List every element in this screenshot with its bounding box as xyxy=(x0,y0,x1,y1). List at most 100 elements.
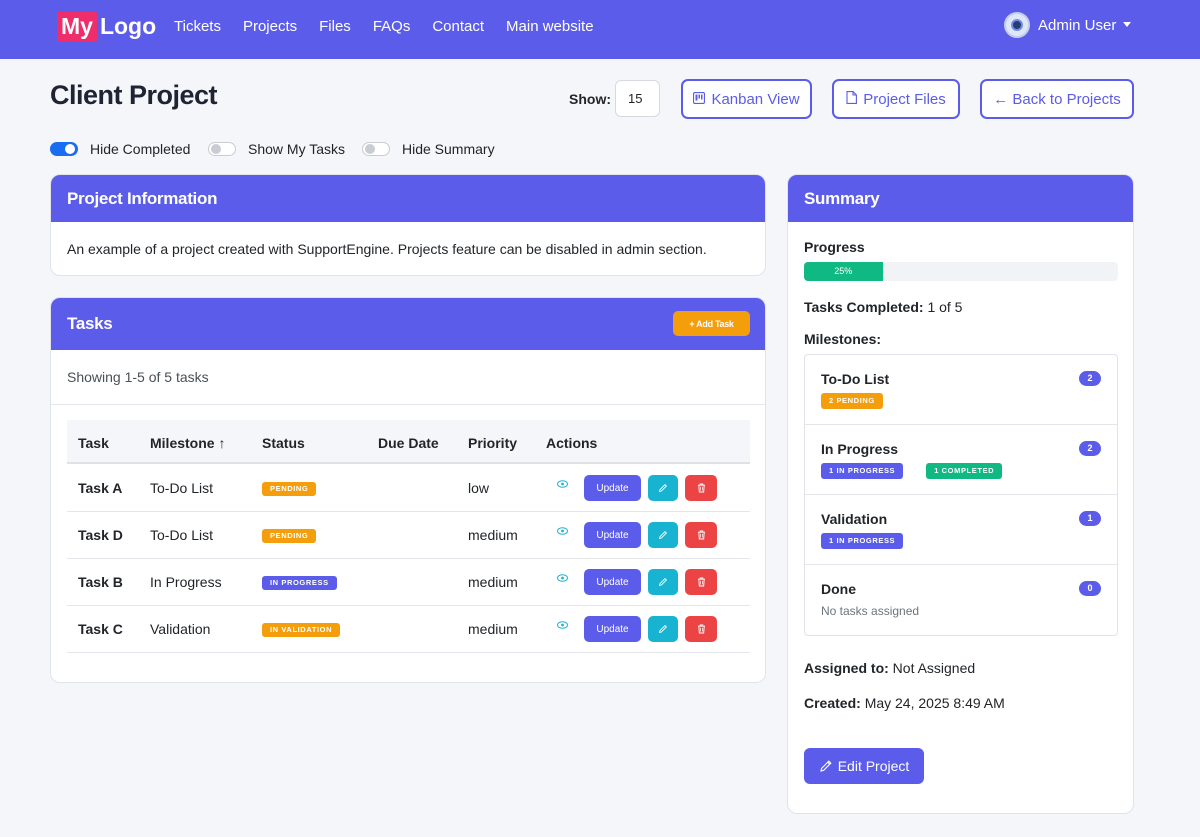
eye-icon[interactable] xyxy=(557,620,568,632)
user-menu[interactable]: Admin User xyxy=(1004,12,1132,38)
column-status[interactable]: Status xyxy=(262,435,305,451)
milestone-note: No tasks assigned xyxy=(821,604,920,618)
project-description: An example of a project created with Sup… xyxy=(67,241,707,257)
trash-icon xyxy=(697,530,705,540)
summary-title: Summary xyxy=(788,175,1133,222)
update-button[interactable]: Update xyxy=(584,616,641,642)
show-my-tasks-toggle[interactable] xyxy=(208,142,236,156)
trash-icon xyxy=(697,624,705,634)
nav-link-contact[interactable]: Contact xyxy=(432,18,484,36)
created-label: Created: xyxy=(804,695,861,711)
trash-icon xyxy=(697,577,705,587)
divider xyxy=(51,404,765,405)
add-task-button[interactable]: + Add Task xyxy=(673,311,750,336)
logo-box: My xyxy=(57,12,97,41)
task-name[interactable]: Task C xyxy=(78,621,123,637)
milestone-item: To-Do List 2 2 PENDING xyxy=(805,355,1117,425)
nav-link-projects[interactable]: Projects xyxy=(243,18,297,36)
update-button[interactable]: Update xyxy=(584,569,641,595)
pencil-icon xyxy=(658,483,668,493)
column-priority[interactable]: Priority xyxy=(468,435,517,451)
avatar xyxy=(1004,12,1030,38)
milestones-list: To-Do List 2 2 PENDING In Progress 2 1 IN PRO… xyxy=(804,354,1118,636)
delete-task-button[interactable] xyxy=(685,569,717,595)
eye-icon[interactable] xyxy=(557,479,568,491)
hide-completed-toggle[interactable] xyxy=(50,142,78,156)
status-badge: PENDING xyxy=(262,529,317,543)
created-date: Created: May 24, 2025 8:49 AM xyxy=(804,695,1005,711)
edit-project-button[interactable]: Edit Project xyxy=(804,748,924,784)
task-milestone: Validation xyxy=(150,621,211,637)
edit-task-button[interactable] xyxy=(648,475,678,501)
milestone-item: Validation 1 1 IN PROGRESS xyxy=(805,495,1117,565)
project-files-button[interactable]: Project Files xyxy=(832,79,960,119)
milestone-status-badge: 1 IN PROGRESS xyxy=(821,533,904,549)
task-milestone: To-Do List xyxy=(150,527,214,543)
status-badge: IN VALIDATION xyxy=(262,623,341,637)
milestone-status-badge: 1 IN PROGRESS xyxy=(821,463,904,479)
edit-task-button[interactable] xyxy=(648,522,678,548)
show-label: Show: xyxy=(569,91,611,107)
task-name[interactable]: Task B xyxy=(78,574,123,590)
tasks-card: Tasks + Add Task Showing 1-5 of 5 tasks … xyxy=(50,297,766,683)
hide-summary-label: Hide Summary xyxy=(402,141,495,157)
nav-link-tickets[interactable]: Tickets xyxy=(174,18,221,36)
task-milestone: In Progress xyxy=(150,574,222,590)
milestone-status-badge: 2 PENDING xyxy=(821,393,883,409)
logo-text: Logo xyxy=(99,13,157,39)
task-priority: medium xyxy=(468,621,518,637)
page-title: Client Project xyxy=(50,80,218,110)
milestone-name: To-Do List xyxy=(821,371,890,387)
progress-fill: 25% xyxy=(804,262,883,281)
chevron-down-icon xyxy=(1123,21,1132,27)
update-button[interactable]: Update xyxy=(584,522,641,548)
nav-links: Tickets Projects Files FAQs Contact Main… xyxy=(174,18,616,36)
assigned-to-value: Not Assigned xyxy=(892,660,976,676)
milestone-count-badge: 1 xyxy=(1079,511,1101,526)
edit-task-button[interactable] xyxy=(648,569,678,595)
task-milestone: To-Do List xyxy=(150,480,214,496)
delete-task-button[interactable] xyxy=(685,616,717,642)
hide-summary-toggle[interactable] xyxy=(362,142,390,156)
eye-icon[interactable] xyxy=(557,573,568,585)
assigned-to: Assigned to: Not Assigned xyxy=(804,660,975,676)
logo[interactable]: My Logo xyxy=(57,12,156,41)
column-due-date[interactable]: Due Date xyxy=(378,435,439,451)
show-count-input[interactable] xyxy=(615,80,660,117)
user-name: Admin User xyxy=(1038,16,1117,34)
tasks-completed-value: 1 of 5 xyxy=(927,299,963,315)
tasks-completed: Tasks Completed: 1 of 5 xyxy=(804,299,962,315)
file-icon xyxy=(846,91,858,107)
delete-task-button[interactable] xyxy=(685,475,717,501)
milestone-count-badge: 2 xyxy=(1079,371,1101,386)
nav-link-main-website[interactable]: Main website xyxy=(506,18,594,36)
back-to-projects-button[interactable]: ← Back to Projects xyxy=(980,79,1134,119)
kanban-view-button[interactable]: Kanban View xyxy=(681,79,812,119)
tasks-title: Tasks xyxy=(67,314,113,333)
project-information-card: Project Information An example of a proj… xyxy=(50,174,766,276)
milestone-name: Validation xyxy=(821,511,888,527)
tasks-header: Tasks + Add Task xyxy=(51,298,765,350)
status-badge: PENDING xyxy=(262,482,317,496)
eye-icon[interactable] xyxy=(557,526,568,538)
delete-task-button[interactable] xyxy=(685,522,717,548)
milestone-status-badge: 1 COMPLETED xyxy=(926,463,1003,479)
edit-task-button[interactable] xyxy=(648,616,678,642)
task-priority: low xyxy=(468,480,490,496)
show-my-tasks-label: Show My Tasks xyxy=(248,141,345,157)
hide-completed-label: Hide Completed xyxy=(90,141,191,157)
edit-project-label: Edit Project xyxy=(837,758,910,774)
task-name[interactable]: Task A xyxy=(78,480,122,496)
kanban-view-label: Kanban View xyxy=(711,90,800,108)
task-name[interactable]: Task D xyxy=(78,527,123,543)
column-milestone[interactable]: Milestone ↑ xyxy=(150,435,225,451)
kanban-icon xyxy=(693,91,706,107)
project-information-title: Project Information xyxy=(51,175,765,222)
nav-link-files[interactable]: Files xyxy=(319,18,351,36)
top-navbar: My Logo Tickets Projects Files FAQs Cont… xyxy=(0,0,1200,59)
update-button[interactable]: Update xyxy=(584,475,641,501)
nav-link-faqs[interactable]: FAQs xyxy=(373,18,411,36)
milestone-count-badge: 2 xyxy=(1079,441,1101,456)
table-row: Task D To-Do List PENDING medium Update xyxy=(67,512,750,559)
column-task[interactable]: Task xyxy=(78,435,109,451)
